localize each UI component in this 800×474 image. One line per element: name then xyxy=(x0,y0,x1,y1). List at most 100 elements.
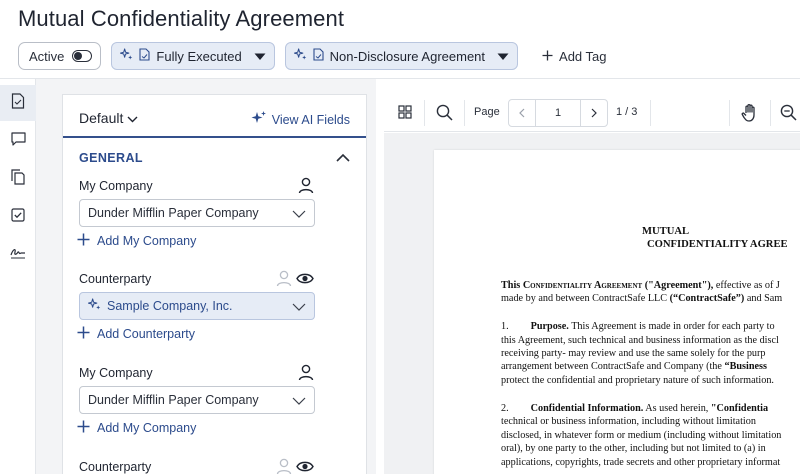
chevron-down-icon xyxy=(292,208,306,222)
ai-sparkle-icon xyxy=(293,48,307,64)
toolbar-separator xyxy=(770,100,771,126)
grid-view-icon[interactable] xyxy=(398,105,412,124)
document-heading: MUTUAL CONFIDENTIALITY AGREE xyxy=(434,225,800,251)
document-page: MUTUAL CONFIDENTIALITY AGREE This Confid… xyxy=(434,150,800,474)
type-chip[interactable]: Non-Disclosure Agreement xyxy=(284,42,519,70)
document-text-line: 2. Confidential Information. As used here… xyxy=(501,403,769,414)
view-selector-label: Default xyxy=(79,110,124,126)
checklist-icon xyxy=(11,207,25,227)
add-counterparty-label: Add Counterparty xyxy=(97,327,195,341)
document-heading-line: MUTUAL xyxy=(642,226,690,237)
my-company-value: Dunder Mifflin Paper Company xyxy=(88,206,259,220)
status-chip-label: Fully Executed xyxy=(156,48,242,64)
field-icons xyxy=(276,270,314,292)
plus-icon xyxy=(77,233,90,249)
document-small-icon xyxy=(313,48,324,64)
comment-icon xyxy=(10,131,26,151)
add-tag-label: Add Tag xyxy=(559,48,607,64)
type-chip-label: Non-Disclosure Agreement xyxy=(329,48,486,64)
field-label-counterparty: Counterparty xyxy=(79,272,152,286)
document-text-line: this Agreement, such technical and busin… xyxy=(501,335,779,346)
document-heading-line: CONFIDENTIALITY AGREE xyxy=(647,239,788,250)
document-text-line: made by and between ContractSafe LLC (“C… xyxy=(501,293,783,304)
field-icons xyxy=(298,364,314,386)
document-small-icon xyxy=(139,48,150,64)
status-chip[interactable]: Fully Executed xyxy=(111,42,275,70)
zoom-out-icon[interactable] xyxy=(780,104,797,126)
view-selector[interactable]: Default xyxy=(79,110,138,126)
counterparty-select[interactable]: Sample Company, Inc. xyxy=(79,292,315,320)
plus-icon xyxy=(542,49,553,64)
document-text-line: 1. Purpose. This Agreement is made in ord… xyxy=(501,321,775,332)
caret-down-icon xyxy=(254,49,266,64)
toggle-switch-icon[interactable] xyxy=(72,50,93,62)
document-text-line: protect the confidential and proprietary… xyxy=(501,375,774,386)
chevron-down-icon xyxy=(292,301,306,315)
page-title: Mutual Confidentiality Agreement xyxy=(18,6,345,31)
view-ai-fields-button[interactable]: View AI Fields xyxy=(251,110,350,129)
previous-page-button[interactable] xyxy=(509,100,535,126)
fields-panel-header: Default View AI Fields xyxy=(63,95,366,138)
person-icon[interactable] xyxy=(298,364,314,386)
caret-down-icon xyxy=(497,49,509,64)
add-counterparty-button[interactable]: Add Counterparty xyxy=(77,326,195,342)
copy-icon xyxy=(11,168,25,190)
add-my-company-button[interactable]: Add My Company xyxy=(77,420,196,436)
document-text-line: oral), by one party to the other, includ… xyxy=(501,443,766,454)
section-title-general: GENERAL xyxy=(79,151,143,165)
toolbar-separator xyxy=(650,100,651,126)
contract-page: Mutual Confidentiality Agreement Active … xyxy=(0,0,800,474)
ai-sparkle-icon xyxy=(87,298,101,314)
toolbar-separator xyxy=(729,100,730,126)
add-my-company-label: Add My Company xyxy=(97,234,197,248)
toolbar-separator xyxy=(424,100,425,126)
document-text-line: This Confidentiality Agreement ("Agreeme… xyxy=(501,280,780,291)
field-icons xyxy=(298,177,314,199)
counterparty-value: Sample Company, Inc. xyxy=(107,299,233,313)
chevron-up-icon xyxy=(336,149,350,166)
plus-icon xyxy=(77,420,90,436)
document-icon xyxy=(11,92,25,114)
document-text-line: receiving party- may review and use the … xyxy=(501,348,766,359)
hand-tool-icon[interactable] xyxy=(741,103,759,127)
eye-icon[interactable] xyxy=(296,272,314,290)
view-ai-fields-label: View AI Fields xyxy=(271,112,350,127)
rail-tasks-button[interactable] xyxy=(0,199,36,235)
chevron-down-icon xyxy=(127,110,138,126)
collapse-section-button[interactable] xyxy=(336,149,350,167)
field-label-my-company: My Company xyxy=(79,366,153,380)
rail-comments-button[interactable] xyxy=(0,123,36,159)
ai-sparkle-icon xyxy=(251,110,267,129)
page-navigator: 1 xyxy=(508,99,608,127)
document-toolbar: Page 1 1 / 3 xyxy=(384,94,800,132)
add-my-company-button[interactable]: Add My Company xyxy=(77,233,196,249)
left-rail xyxy=(0,79,36,474)
tag-bar: Active Fully Executed Non-Disclosure Agr… xyxy=(18,42,607,70)
eye-icon[interactable] xyxy=(296,460,314,474)
rail-document-button[interactable] xyxy=(0,85,36,121)
rail-documents-button[interactable] xyxy=(0,161,36,197)
chevron-down-icon xyxy=(292,395,306,409)
active-label: Active xyxy=(29,48,65,64)
my-company-value: Dunder Mifflin Paper Company xyxy=(88,393,259,407)
document-text-line: disclosed, in whatever form or medium (i… xyxy=(501,430,782,441)
search-icon[interactable] xyxy=(436,104,453,126)
field-label-my-company: My Company xyxy=(79,179,153,193)
page-number-input[interactable]: 1 xyxy=(535,100,581,126)
document-text-line: arrangement between ContractSafe and Com… xyxy=(501,361,767,372)
document-text-line: applications, copyrights, trade secrets … xyxy=(501,457,781,468)
person-outline-icon[interactable] xyxy=(276,270,292,292)
document-text-line: technical or business information, inclu… xyxy=(501,416,756,427)
field-label-counterparty: Counterparty xyxy=(79,460,152,474)
active-toggle[interactable]: Active xyxy=(18,42,102,70)
person-icon[interactable] xyxy=(298,177,314,199)
my-company-select[interactable]: Dunder Mifflin Paper Company xyxy=(79,386,315,414)
rail-signature-button[interactable] xyxy=(0,237,36,273)
add-tag-button[interactable]: Add Tag xyxy=(542,48,607,64)
page-total: 1 / 3 xyxy=(616,106,638,118)
add-my-company-label: Add My Company xyxy=(97,421,197,435)
fields-panel: Default View AI Fields GENERAL My Compan… xyxy=(62,94,367,474)
next-page-button[interactable] xyxy=(581,100,607,126)
my-company-select[interactable]: Dunder Mifflin Paper Company xyxy=(79,199,315,227)
person-outline-icon[interactable] xyxy=(276,458,292,474)
